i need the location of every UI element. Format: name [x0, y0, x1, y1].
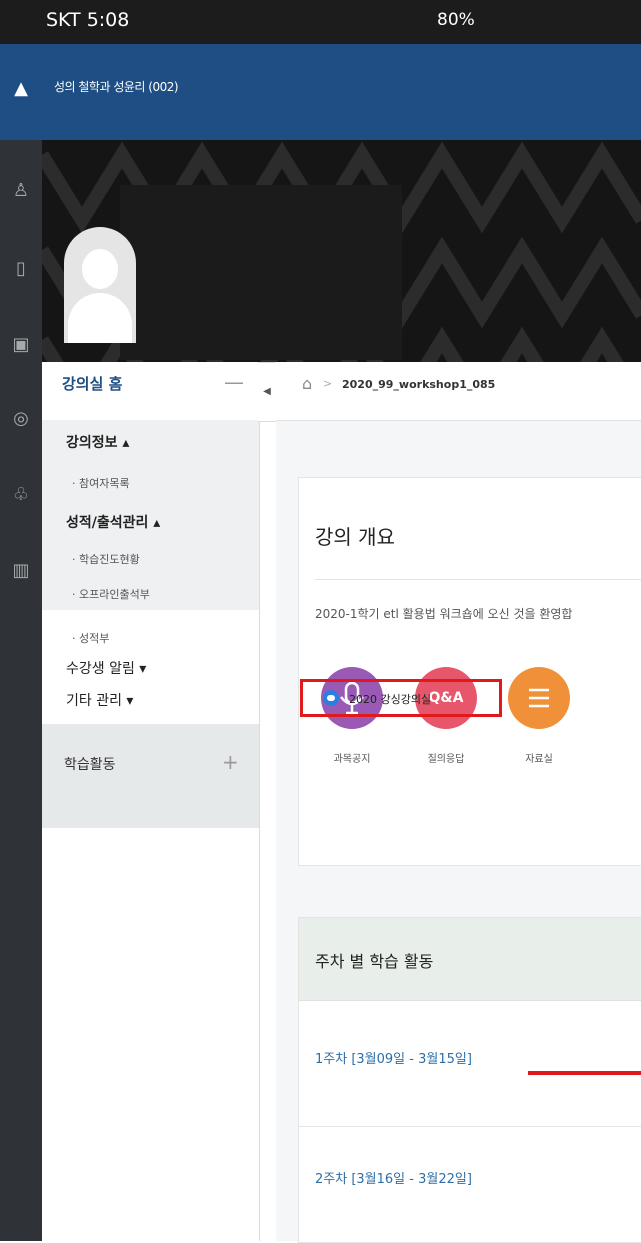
menu-participants[interactable]: · 참여자목록	[72, 475, 130, 491]
menu-grades-attendance[interactable]: 성적/출석관리 ▴	[66, 512, 160, 532]
notice-label: 과목공지	[333, 754, 371, 765]
course-banner	[42, 140, 641, 362]
avatar[interactable]	[64, 227, 136, 343]
list-icon	[529, 688, 549, 708]
live-class-activity-link[interactable]: 2020 강싱강의실	[300, 679, 502, 717]
calendar-icon[interactable]: ▣	[0, 334, 42, 355]
overview-title: 강의 개요	[315, 525, 395, 549]
left-rail: ▲ ♙ ▯ ▣ ◎ ♧ ▥	[0, 44, 42, 1241]
carrier-time: SKT 5:08	[46, 9, 130, 31]
book-icon[interactable]: ▯	[0, 258, 42, 279]
weekly-header: 주차 별 학습 활동	[299, 918, 641, 1001]
menu-gradebook[interactable]: · 성적부	[72, 630, 109, 646]
sidebar-home[interactable]: 강의실 홈 —	[42, 362, 259, 421]
menu-etc-manage[interactable]: 기타 관리 ▾	[66, 690, 133, 710]
add-plus-icon[interactable]: +	[222, 750, 239, 774]
status-bar: SKT 5:08 80%	[0, 0, 641, 44]
activity-name[interactable]: 2020 강싱강의실	[349, 691, 431, 707]
breadcrumb-course[interactable]: 2020_99_workshop1_085	[342, 378, 495, 391]
sidebar-home-label[interactable]: 강의실 홈	[62, 373, 122, 394]
learning-activity-label: 학습활동	[64, 757, 116, 773]
weekly-title: 주차 별 학습 활동	[315, 952, 434, 971]
group-icon[interactable]: ♧	[0, 484, 42, 505]
week-1-label[interactable]: 1주차 [3월09일 - 3월15일]	[315, 1048, 472, 1067]
red-pointer-arrow	[528, 1071, 641, 1075]
course-overview-card: 강의 개요 2020-1학기 etl 활용법 워크숍에 오신 것을 환영합 Q&…	[298, 477, 641, 866]
redacted-block	[120, 185, 402, 360]
sidebar-toggle-button[interactable]: ◀	[258, 362, 277, 422]
chevron-right-icon: >	[323, 377, 333, 390]
users-icon[interactable]: ♙	[0, 180, 42, 201]
main-content: ⌂ > 2020_99_workshop1_085 강의 개요 2020-1학기…	[276, 362, 641, 1243]
overview-intro: 2020-1학기 etl 활용법 워크숍에 오신 것을 환영합	[315, 607, 573, 621]
weekly-activity-card: 주차 별 학습 활동 1주차 [3월09일 - 3월15일] 2주차 [3월16…	[298, 917, 641, 1243]
menu-student-notify[interactable]: 수강생 알림 ▾	[66, 658, 146, 678]
play-icon[interactable]: ◎	[0, 408, 42, 429]
sidebar-menu: 강의정보 ▴ · 참여자목록 성적/출석관리 ▴ · 학습진도현황 · 오프라인…	[42, 420, 259, 610]
course-title: 성의 철학과 성윤리 (002)	[54, 80, 179, 94]
menu-offline-attendance[interactable]: · 오프라인출석부	[72, 586, 150, 602]
archive-button[interactable]	[508, 667, 570, 729]
week-2-label[interactable]: 2주차 [3월16일 - 3월22일]	[315, 1168, 472, 1187]
qa-label: 질의응답	[427, 754, 465, 765]
course-header: 성의 철학과 성윤리 (002)	[42, 44, 641, 140]
chat-icon	[323, 690, 339, 706]
home-icon[interactable]: ▲	[0, 78, 42, 99]
course-sidebar: 강의실 홈 — 강의정보 ▴ · 참여자목록 성적/출석관리 ▴ · 학습진도현…	[42, 362, 260, 1241]
rail-home[interactable]: ▲	[0, 44, 42, 140]
collapse-minus-icon[interactable]: —	[224, 370, 244, 394]
archive-label: 자료실	[525, 754, 553, 765]
menu-course-info[interactable]: 강의정보 ▴	[66, 432, 129, 452]
map-icon[interactable]: ▥	[0, 560, 42, 581]
home-icon[interactable]: ⌂	[302, 374, 312, 393]
learning-activity-section[interactable]: 학습활동 +	[42, 724, 259, 828]
battery-level: 80%	[437, 10, 475, 30]
menu-progress[interactable]: · 학습진도현황	[72, 551, 140, 567]
breadcrumb: ⌂ > 2020_99_workshop1_085	[276, 362, 641, 421]
